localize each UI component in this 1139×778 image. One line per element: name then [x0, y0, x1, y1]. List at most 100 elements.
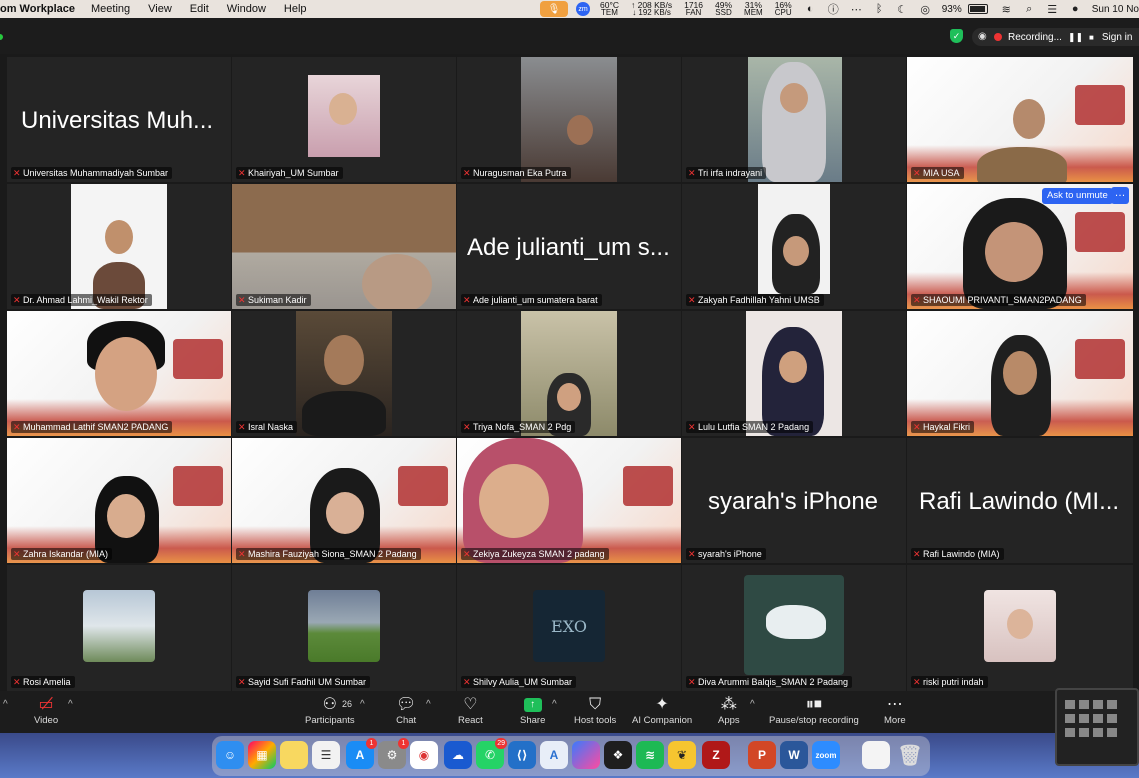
video-tile[interactable]: Ade julianti_um s... ✕ Ade julianti_um su… — [457, 184, 681, 309]
tile-more-options-icon[interactable]: … — [1111, 187, 1129, 204]
stat-temp: 60°C TEM — [599, 0, 619, 17]
share-button[interactable]: ↑ Share — [520, 695, 545, 726]
zoom-menubar-icon[interactable]: zm — [575, 2, 590, 16]
video-tile[interactable]: ✕ riski putri indah — [907, 565, 1133, 691]
filezilla-icon[interactable]: Z — [702, 741, 730, 769]
participants-caret-icon[interactable]: ^ — [360, 699, 365, 710]
participant-name-label: ✕ Khairiyah_UM Sumbar — [236, 167, 343, 179]
powerpoint-icon[interactable]: P — [748, 741, 776, 769]
muted-mic-icon: ✕ — [913, 295, 921, 305]
chat-caret-icon[interactable]: ^ — [426, 699, 431, 710]
mini-meeting-window[interactable] — [1055, 688, 1139, 766]
participant-face — [479, 464, 549, 538]
video-tile[interactable]: ✕ Triya Nofa_SMAN 2 Pdg — [457, 311, 681, 436]
apps-caret-icon[interactable]: ^ — [750, 699, 755, 710]
menu-meeting[interactable]: Meeting — [91, 3, 130, 15]
chrome-icon[interactable]: ◉ — [410, 741, 438, 769]
more-button[interactable]: ⋯ More — [884, 695, 906, 726]
host-tools-button[interactable]: ⛉ Host tools — [574, 695, 616, 726]
chat-button[interactable]: 💬︎ Chat — [396, 695, 416, 726]
participant-name-label: ✕ Nuragusman Eka Putra — [461, 167, 571, 179]
video-tile[interactable]: ✕ Nuragusman Eka Putra — [457, 57, 681, 182]
video-tile[interactable]: ✕ Zahra Iskandar (MIA) — [7, 438, 231, 563]
spotlight-search-icon[interactable]: ⌕ — [1023, 3, 1036, 16]
app-menu-name[interactable]: om Workplace — [0, 3, 75, 15]
video-tile[interactable]: ✕ Haykal Fikri — [907, 311, 1133, 436]
video-options-caret-icon[interactable]: ^ — [68, 699, 73, 710]
participant-name-label: ✕ Zahra Iskandar (MIA) — [11, 548, 113, 560]
video-tile[interactable]: ✕ Isral Naska — [232, 311, 456, 436]
video-tile[interactable]: ✕ MIA USA — [907, 57, 1133, 182]
word-icon[interactable]: W — [780, 741, 808, 769]
participant-display-name: syarah's iPhone — [708, 488, 879, 515]
video-tile[interactable]: ✕ Sukiman Kadir — [232, 184, 456, 309]
video-tile[interactable]: ✕ Tri irfa indrayani — [682, 57, 906, 182]
control-center-icon[interactable]: ☰ — [1046, 3, 1059, 16]
video-tile[interactable]: ✕ Diva Arummi Balqis_SMAN 2 Padang — [682, 565, 906, 691]
video-tile[interactable]: ✕ Dr. Ahmad Lahmi_Wakil Rektor — [7, 184, 231, 309]
muted-mic-icon: ✕ — [913, 168, 921, 178]
battery-icon[interactable] — [967, 4, 988, 14]
apps-button[interactable]: ⁂ Apps — [718, 695, 740, 726]
video-button[interactable]: ▭̸ Video — [34, 695, 58, 726]
video-tile[interactable]: ✕ Mashira Fauziyah Siona_SMAN 2 Padang — [232, 438, 456, 563]
video-tile[interactable]: ✕ Khairiyah_UM Sumbar — [232, 57, 456, 182]
menu-view[interactable]: View — [148, 3, 172, 15]
video-tile[interactable]: Universitas Muh... ✕ Universitas Muhammad… — [7, 57, 231, 182]
system-settings-icon[interactable]: ⚙ 1 — [378, 738, 409, 769]
recording-stop-icon[interactable]: ■ — [1089, 33, 1094, 42]
sign-in-link[interactable]: Sign in — [1102, 32, 1133, 43]
menubar-date[interactable]: Sun 10 No — [1092, 4, 1139, 15]
moon-icon[interactable]: ☾ — [896, 3, 909, 16]
react-button[interactable]: ♡ React — [458, 695, 483, 726]
paw-app-icon[interactable]: ❦ — [668, 741, 696, 769]
bluetooth-icon[interactable]: ᛒ — [873, 3, 886, 16]
video-tile[interactable]: ✕ Sayid Sufi Fadhil UM Sumbar — [232, 565, 456, 691]
share-caret-icon[interactable]: ^ — [552, 699, 557, 710]
wifi-icon[interactable]: ≋ — [1000, 3, 1013, 16]
mic-in-use-icon[interactable]: 🎙 — [539, 1, 568, 17]
participant-display-name: Rafi Lawindo (MI... — [919, 488, 1120, 515]
encryption-shield-icon[interactable]: ✓ — [950, 29, 963, 43]
participant-name-label: ✕ Mashira Fauziyah Siona_SMAN 2 Padang — [236, 548, 421, 560]
reminders-icon[interactable]: ☰ — [312, 741, 340, 769]
video-tile[interactable]: ✕ Muhammad Lathif SMAN2 PADANG — [7, 311, 231, 436]
app-store-icon[interactable]: A1 — [346, 738, 377, 769]
video-tile[interactable]: Rafi Lawindo (MI... ✕ Rafi Lawindo (MIA) — [907, 438, 1133, 563]
video-tile[interactable]: syarah's iPhone ✕ syarah's iPhone — [682, 438, 906, 563]
info-icon[interactable]: ⓘ — [827, 3, 840, 16]
menu-window[interactable]: Window — [227, 3, 266, 15]
ai-companion-button[interactable]: ✦ AI Companion — [632, 695, 692, 726]
siri-icon[interactable]: ● — [1069, 3, 1082, 16]
focus-icon[interactable]: ◐ — [804, 3, 817, 16]
airdrop-icon[interactable]: ◎ — [919, 3, 932, 16]
zoom-dock-icon[interactable]: zoom — [812, 741, 840, 769]
video-tile[interactable]: ✕ Zakyah Fadhillah Yahni UMSB — [682, 184, 906, 309]
spotify-icon[interactable]: ≋ — [636, 741, 664, 769]
video-tile[interactable]: ✕ Rosi Amelia — [7, 565, 231, 691]
xcode-icon[interactable]: A — [540, 741, 568, 769]
ask-to-unmute-button[interactable]: Ask to unmute — [1042, 188, 1113, 204]
recording-indicator[interactable]: Recording... ❚❚ ■ Sign in — [972, 28, 1139, 46]
video-tile[interactable]: EXO ✕ Shilvy Aulia_UM Sumbar — [457, 565, 681, 691]
arc-browser-icon[interactable] — [572, 741, 600, 769]
finder-icon[interactable]: ☺ — [216, 741, 244, 769]
launchpad-icon[interactable]: ▦ — [248, 741, 276, 769]
menu-help[interactable]: Help — [284, 3, 307, 15]
video-tile[interactable]: ✕ Zekiya Zukeyza SMAN 2 padang — [457, 438, 681, 563]
window-green-dot-icon[interactable] — [0, 34, 3, 40]
participant-face — [780, 83, 808, 113]
notes-icon[interactable] — [280, 741, 308, 769]
figma-icon[interactable]: ❖ — [604, 741, 632, 769]
video-tile[interactable]: ✕ Lulu Lutfia SMAN 2 Padang — [682, 311, 906, 436]
vscode-icon[interactable]: ⟨⟩ — [508, 741, 536, 769]
trash-icon[interactable]: 🗑︎ — [896, 741, 924, 769]
pause-stop-recording-button[interactable]: ⏸⏹ Pause/stop recording — [769, 695, 859, 726]
whatsapp-icon[interactable]: ✆ 29 — [476, 738, 507, 769]
document-thumbnail-icon[interactable] — [862, 741, 890, 769]
vpn-icon[interactable]: ☁ — [444, 741, 472, 769]
menu-edit[interactable]: Edit — [190, 3, 209, 15]
audio-options-caret-icon[interactable]: ^ — [3, 699, 8, 710]
dots-icon[interactable]: ⋯ — [850, 3, 863, 16]
recording-pause-icon[interactable]: ❚❚ — [1068, 32, 1083, 43]
